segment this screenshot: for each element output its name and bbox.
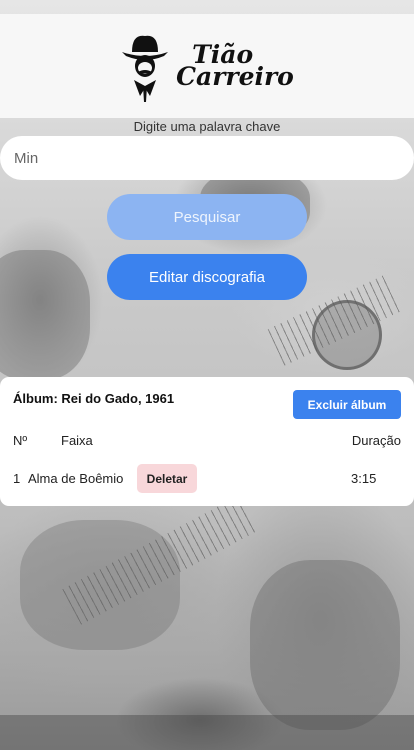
edit-discography-button[interactable]: Editar discografia [107,254,307,300]
column-header-number: Nº [13,433,28,448]
search-input[interactable] [0,136,414,180]
track-name: Alma de Boêmio [28,471,124,486]
logo-line-2: Carreiro [176,62,294,91]
logo-wordmark: Tião Carreiro [176,42,294,91]
search-button[interactable]: Pesquisar [107,194,307,240]
album-card: Álbum: Rei do Gado, 1961 Excluir álbum N… [0,377,414,506]
column-header-duration: Duração [351,433,401,448]
delete-album-button[interactable]: Excluir álbum [293,390,401,419]
column-header-track: Faixa [61,433,93,448]
cowboy-hat-figure-icon [122,35,169,102]
photo-shadow [250,560,400,730]
photo-shadow [0,250,90,380]
logo: Tião Carreiro [120,30,294,102]
track-number: 1 [13,471,21,486]
photo-shadow [0,715,414,750]
header-bar: Tião Carreiro [0,14,414,118]
delete-track-button[interactable]: Deletar [137,464,197,493]
track-duration: 3:15 [351,471,377,486]
album-title: Álbum: Rei do Gado, 1961 [13,391,175,406]
search-label: Digite uma palavra chave [133,119,281,134]
